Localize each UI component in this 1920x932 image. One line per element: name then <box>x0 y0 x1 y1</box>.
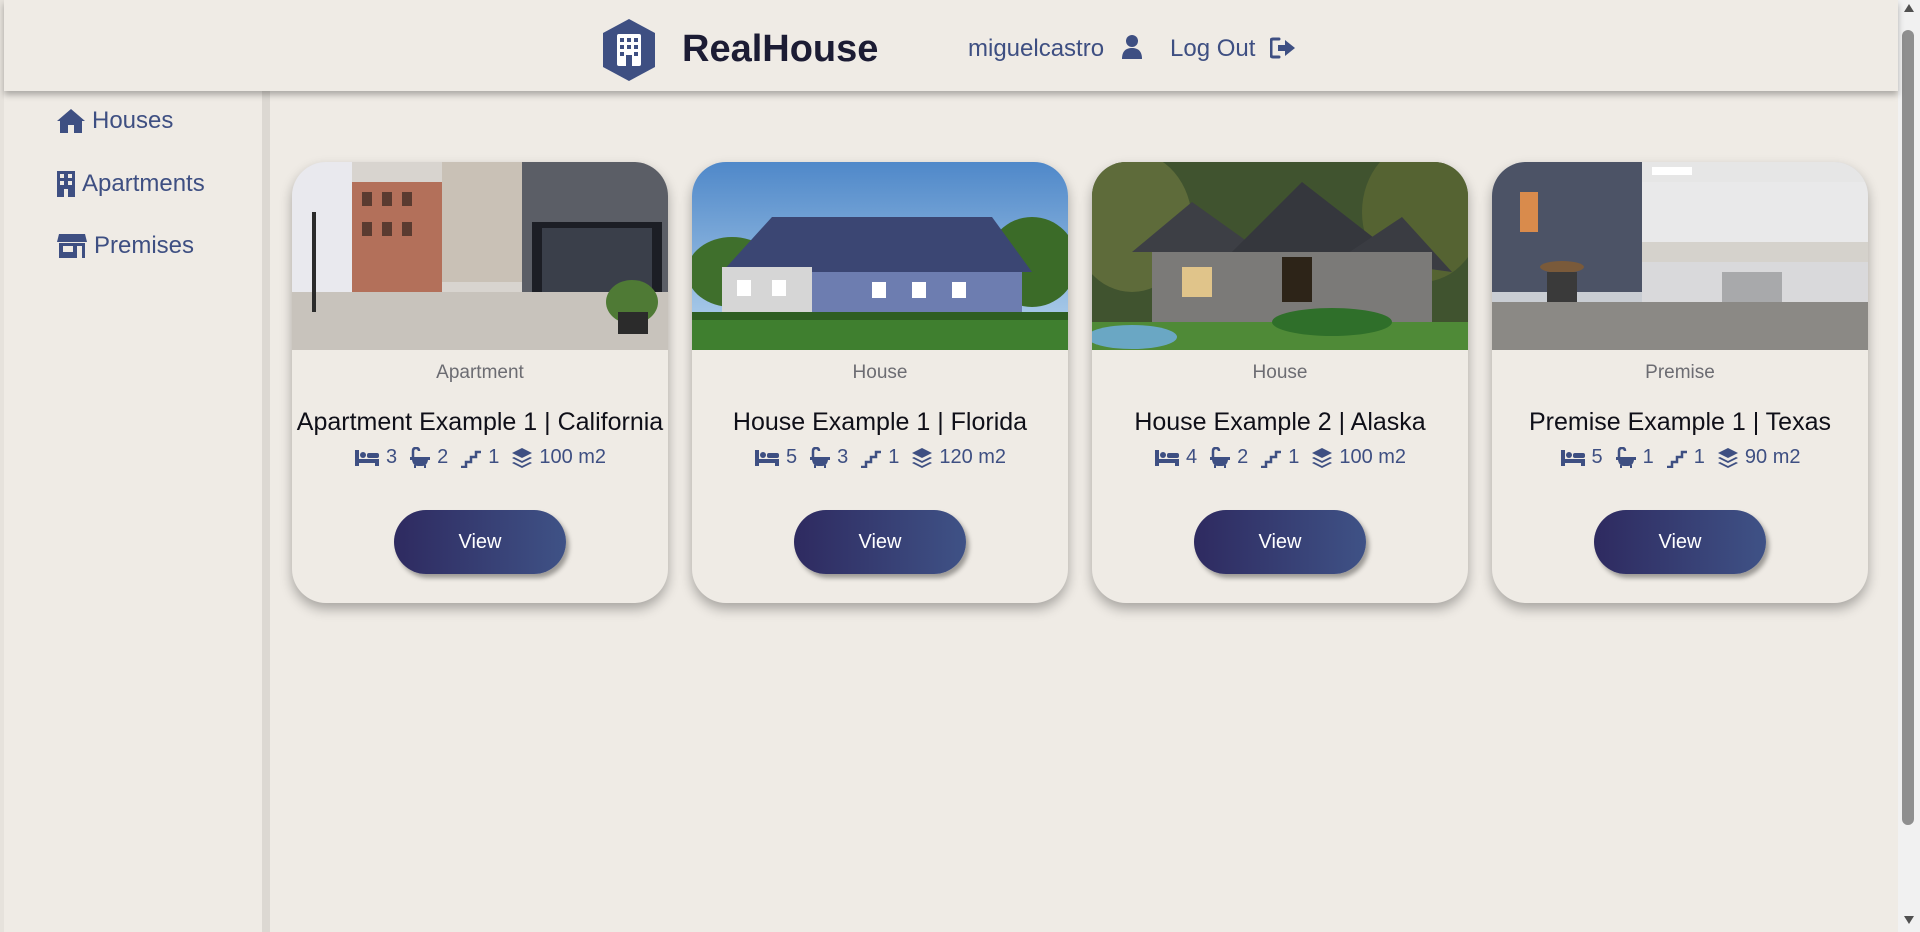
property-card: Apartment Apartment Example 1 | Californ… <box>292 162 668 603</box>
bedrooms-count: 5 <box>1591 446 1603 468</box>
bedrooms-feature: 5 <box>754 446 797 469</box>
layers-icon <box>511 447 533 469</box>
view-button[interactable]: View <box>1594 510 1766 574</box>
bedrooms-feature: 5 <box>1560 446 1603 469</box>
store-icon <box>57 234 87 258</box>
username-label[interactable]: miguelcastro <box>968 35 1104 63</box>
property-type: Premise <box>1645 362 1715 383</box>
property-type: Apartment <box>436 362 524 383</box>
bathrooms-feature: 1 <box>1615 446 1654 469</box>
floors-feature: 1 <box>460 446 499 469</box>
sidebar-item-label: Houses <box>92 107 174 134</box>
sidebar-item-label: Premises <box>94 232 195 259</box>
area-value: 100 m2 <box>539 446 607 468</box>
user-icon[interactable] <box>1121 34 1143 60</box>
bed-icon <box>354 449 380 467</box>
scroll-up-arrow-icon[interactable] <box>1904 4 1914 12</box>
vertical-scrollbar[interactable] <box>1898 0 1920 932</box>
view-button[interactable]: View <box>794 510 966 574</box>
bath-icon <box>1615 447 1637 469</box>
bathrooms-count: 2 <box>437 446 449 468</box>
view-button[interactable]: View <box>1194 510 1366 574</box>
floors-feature: 1 <box>860 446 899 469</box>
property-title: Premise Example 1 | Texas <box>1529 408 1831 436</box>
property-title: House Example 1 | Florida <box>732 408 1028 436</box>
bed-icon <box>754 449 780 467</box>
area-value: 120 m2 <box>939 446 1007 468</box>
bedrooms-count: 4 <box>1185 446 1198 468</box>
scrollbar-thumb[interactable] <box>1902 30 1914 825</box>
bathrooms-count: 2 <box>1237 446 1249 468</box>
bedrooms-feature: 3 <box>354 446 397 469</box>
bath-icon <box>409 447 431 469</box>
property-features: 4 2 1 100 m2 <box>1092 446 1468 469</box>
property-type: House <box>852 362 908 383</box>
bedrooms-count: 5 <box>785 446 798 468</box>
area-feature: 120 m2 <box>911 446 1006 469</box>
stairs-icon <box>1666 448 1688 468</box>
brand-title[interactable]: RealHouse <box>682 28 878 71</box>
layers-icon <box>1717 447 1739 469</box>
stairs-icon <box>460 448 482 468</box>
property-card: House House Example 2 | Alaska 4 2 1 100… <box>1092 162 1468 603</box>
building-icon <box>57 171 75 197</box>
sidebar-item-premises[interactable]: Premises <box>56 230 194 262</box>
floors-count: 1 <box>1693 446 1705 468</box>
area-feature: 90 m2 <box>1717 446 1801 469</box>
area-value: 100 m2 <box>1339 446 1407 468</box>
sidebar-item-houses[interactable]: Houses <box>56 105 173 137</box>
sidebar <box>4 91 264 932</box>
stairs-icon <box>860 448 882 468</box>
bedrooms-count: 3 <box>385 446 398 468</box>
bathrooms-feature: 3 <box>809 446 848 469</box>
scroll-down-arrow-icon[interactable] <box>1904 916 1914 924</box>
bedrooms-feature: 4 <box>1154 446 1197 469</box>
floors-count: 1 <box>488 446 500 468</box>
area-feature: 100 m2 <box>511 446 606 469</box>
layers-icon <box>1311 447 1333 469</box>
area-feature: 100 m2 <box>1311 446 1406 469</box>
property-features: 3 2 1 100 m2 <box>292 446 668 469</box>
sidebar-divider <box>262 91 270 932</box>
floors-count: 1 <box>888 446 900 468</box>
bed-icon <box>1560 449 1586 467</box>
bathrooms-feature: 2 <box>409 446 448 469</box>
area-value: 90 m2 <box>1744 446 1801 468</box>
property-card: House House Example 1 | Florida 5 3 1 12… <box>692 162 1068 603</box>
property-card: Premise Premise Example 1 | Texas 5 1 1 … <box>1492 162 1868 603</box>
apartment-street-photo <box>292 162 668 350</box>
property-features: 5 1 1 90 m2 <box>1492 446 1868 469</box>
home-icon <box>57 109 85 133</box>
floors-feature: 1 <box>1260 446 1299 469</box>
blue-house-photo <box>692 162 1068 350</box>
property-title: Apartment Example 1 | California <box>296 408 664 436</box>
stairs-icon <box>1260 448 1282 468</box>
stone-cottage-photo <box>1092 162 1468 350</box>
office-kitchen-photo <box>1492 162 1868 350</box>
sidebar-item-apartments[interactable]: Apartments <box>56 168 205 200</box>
bath-icon <box>809 447 831 469</box>
sidebar-item-label: Apartments <box>82 170 205 197</box>
property-type: House <box>1252 362 1308 383</box>
logout-icon[interactable] <box>1270 37 1296 59</box>
property-features: 5 3 1 120 m2 <box>692 446 1068 469</box>
logout-button[interactable]: Log Out <box>1170 35 1255 63</box>
property-title: House Example 2 | Alaska <box>1134 408 1426 436</box>
bed-icon <box>1154 449 1180 467</box>
layers-icon <box>911 447 933 469</box>
top-header: RealHouse miguelcastro Log Out <box>4 0 1898 91</box>
view-button[interactable]: View <box>394 510 566 574</box>
floors-feature: 1 <box>1666 446 1705 469</box>
bathrooms-count: 3 <box>837 446 849 468</box>
bath-icon <box>1209 447 1231 469</box>
bathrooms-count: 1 <box>1642 446 1654 468</box>
bathrooms-feature: 2 <box>1209 446 1248 469</box>
floors-count: 1 <box>1288 446 1300 468</box>
building-logo-icon[interactable] <box>600 18 658 82</box>
